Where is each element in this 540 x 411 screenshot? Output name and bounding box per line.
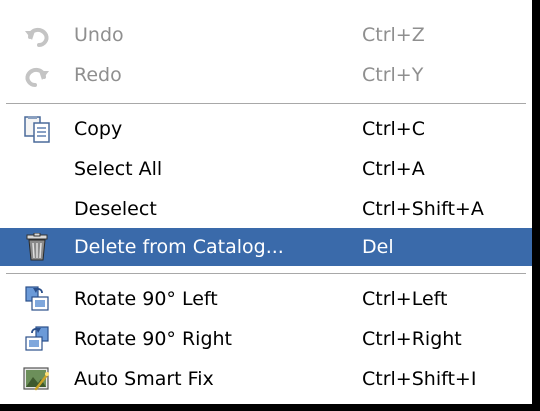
menu-item-label: Select All [74, 158, 163, 180]
menu-item-rotate-left[interactable]: Rotate 90° Left Ctrl+Left [0, 281, 532, 317]
menu-item-shortcut: Ctrl+C [362, 118, 425, 140]
menu-item-shortcut: Del [362, 236, 394, 258]
menu-item-shortcut: Ctrl+Shift+I [362, 368, 477, 390]
menu-item-label: Deselect [74, 198, 157, 220]
menu-item-shortcut: Ctrl+Shift+A [362, 198, 484, 220]
rotate-right-icon [22, 325, 52, 353]
menu-item-select-all[interactable]: Select All Ctrl+A [0, 151, 532, 187]
menu-item-shortcut: Ctrl+Left [362, 288, 448, 310]
rotate-left-icon [22, 285, 52, 313]
menu-item-delete-from-catalog[interactable]: Delete from Catalog... Del [0, 228, 532, 266]
menu-item-shortcut: Ctrl+Y [362, 64, 424, 86]
menu-item-copy[interactable]: Copy Ctrl+C [0, 111, 532, 147]
menu-item-shortcut: Ctrl+A [362, 158, 425, 180]
menu-item-auto-smart-fix[interactable]: Auto Smart Fix Ctrl+Shift+I [0, 361, 532, 397]
menu-item-label: Auto Smart Fix [74, 368, 214, 390]
auto-smart-fix-icon [22, 365, 52, 393]
menu-item-undo: Undo Ctrl+Z [0, 17, 532, 53]
menu-item-rotate-right[interactable]: Rotate 90° Right Ctrl+Right [0, 321, 532, 357]
menu-item-label: Redo [74, 64, 122, 86]
undo-icon [22, 21, 52, 49]
menu-item-deselect[interactable]: Deselect Ctrl+Shift+A [0, 191, 532, 227]
menu-item-shortcut: Ctrl+Right [362, 328, 462, 350]
menu-item-redo: Redo Ctrl+Y [0, 57, 532, 93]
menu-item-label: Undo [74, 24, 124, 46]
menu-item-label: Rotate 90° Right [74, 328, 232, 350]
trash-icon [22, 232, 52, 261]
context-menu: Undo Ctrl+Z Redo Ctrl+Y Copy Ctrl+C Sele… [0, 0, 540, 411]
menu-item-label: Delete from Catalog... [74, 236, 284, 258]
menu-separator [6, 273, 526, 274]
redo-icon [22, 61, 52, 89]
menu-separator [6, 103, 526, 104]
menu-item-label: Copy [74, 118, 123, 140]
copy-icon [22, 115, 52, 143]
menu-item-shortcut: Ctrl+Z [362, 24, 425, 46]
menu-item-label: Rotate 90° Left [74, 288, 218, 310]
